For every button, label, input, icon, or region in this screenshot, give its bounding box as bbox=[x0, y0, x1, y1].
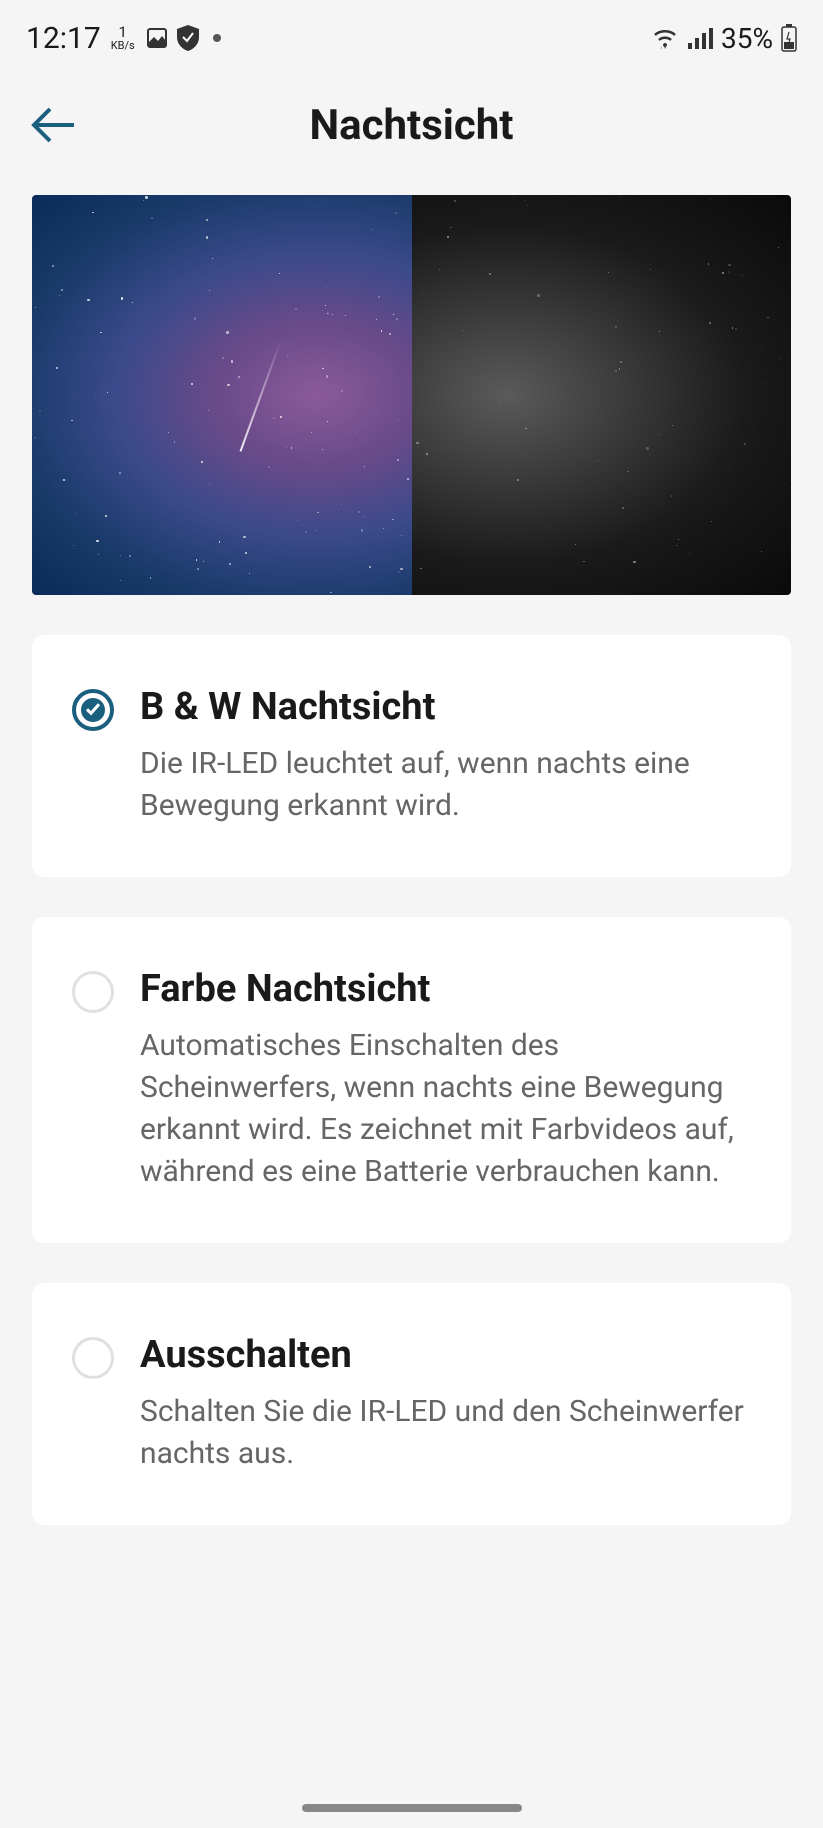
option-content: Farbe Nachtsicht Automatisches Einschalt… bbox=[140, 967, 751, 1193]
option-desc: Automatisches Einschalten des Scheinwerf… bbox=[140, 1025, 751, 1193]
option-content: B & W Nachtsicht Die IR-LED leuchtet auf… bbox=[140, 685, 751, 827]
radio-unselected[interactable] bbox=[72, 1337, 114, 1379]
nav-bar-handle[interactable] bbox=[302, 1804, 522, 1812]
option-title: B & W Nachtsicht bbox=[140, 685, 751, 729]
option-color-nightvision[interactable]: Farbe Nachtsicht Automatisches Einschalt… bbox=[32, 917, 791, 1243]
status-right: ↓↑ 35% bbox=[651, 22, 797, 55]
header: Nachtsicht bbox=[0, 70, 823, 180]
shield-icon bbox=[177, 25, 199, 51]
battery-percent: 35% bbox=[721, 22, 773, 55]
check-icon bbox=[85, 702, 101, 716]
status-time: 12:17 bbox=[26, 21, 101, 56]
wifi-icon: ↓↑ bbox=[651, 27, 679, 49]
back-button[interactable] bbox=[28, 100, 78, 150]
status-kbs: 1 KB/s bbox=[111, 25, 135, 51]
option-title: Farbe Nachtsicht bbox=[140, 967, 751, 1011]
radio-selected[interactable] bbox=[72, 689, 114, 731]
page-title: Nachtsicht bbox=[28, 101, 795, 150]
status-icons-left bbox=[145, 25, 221, 51]
option-desc: Schalten Sie die IR-LED und den Scheinwe… bbox=[140, 1391, 751, 1475]
kbs-value: 1 bbox=[118, 25, 126, 40]
kbs-unit: KB/s bbox=[111, 40, 135, 51]
status-bar: 12:17 1 KB/s ↓↑ 35% bbox=[0, 0, 823, 70]
radio-unselected[interactable] bbox=[72, 971, 114, 1013]
option-content: Ausschalten Schalten Sie die IR-LED und … bbox=[140, 1333, 751, 1475]
image-icon bbox=[145, 26, 169, 50]
status-left: 12:17 1 KB/s bbox=[26, 21, 221, 56]
preview-bw bbox=[412, 195, 792, 595]
battery-icon bbox=[781, 24, 797, 52]
option-bw-nightvision[interactable]: B & W Nachtsicht Die IR-LED leuchtet auf… bbox=[32, 635, 791, 877]
notification-dot-icon bbox=[213, 34, 221, 42]
svg-text:↓↑: ↓↑ bbox=[659, 44, 667, 49]
arrow-left-icon bbox=[30, 105, 76, 145]
option-title: Ausschalten bbox=[140, 1333, 751, 1377]
options-list: B & W Nachtsicht Die IR-LED leuchtet auf… bbox=[0, 635, 823, 1525]
preview-color bbox=[32, 195, 412, 595]
signal-icon bbox=[687, 27, 713, 49]
option-off[interactable]: Ausschalten Schalten Sie die IR-LED und … bbox=[32, 1283, 791, 1525]
preview-image bbox=[32, 195, 791, 595]
meteor-icon bbox=[239, 338, 282, 451]
option-desc: Die IR-LED leuchtet auf, wenn nachts ein… bbox=[140, 743, 751, 827]
